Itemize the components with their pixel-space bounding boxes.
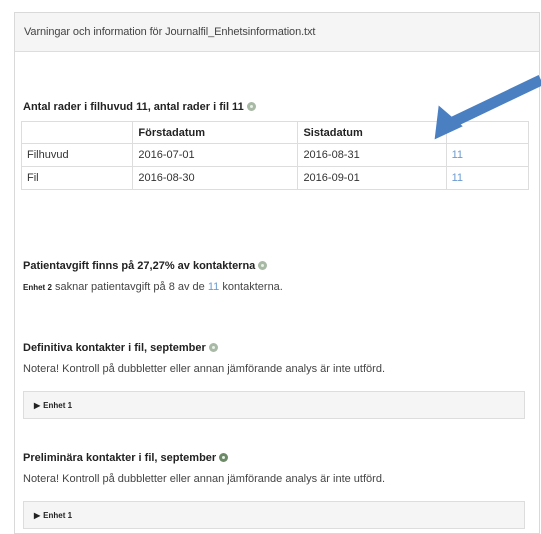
first-date: 2016-08-30: [132, 166, 299, 190]
preliminary-section-title-text: Preliminära kontakter i fil, september: [23, 452, 217, 464]
rows-section-title-text: Antal rader i filhuvud 11, antal rader i…: [23, 101, 244, 113]
last-date: 2016-08-31: [297, 143, 447, 167]
fee-section-title: Patientavgift finns på 27,27% av kontakt…: [23, 260, 268, 272]
warnings-panel: Varningar och information för Journalfil…: [14, 12, 540, 534]
row-label: Filhuvud: [20, 143, 134, 167]
rows-table: Förstadatum Sistadatum Filhuvud 2016-07-…: [20, 121, 530, 190]
last-date: 2016-09-01: [297, 166, 447, 190]
definitive-section-title-text: Definitiva kontakter i fil, september: [23, 342, 206, 354]
preliminary-section-title: Preliminära kontakter i fil, september: [23, 452, 229, 464]
column-header: [20, 121, 134, 144]
table-row: Fil 2016-08-30 2016-09-01 11: [20, 166, 530, 190]
collapsible-label: Enhet 1: [43, 401, 73, 410]
fee-section-title-text: Patientavgift finns på 27,27% av kontakt…: [23, 260, 256, 272]
panel-heading: Varningar och information för Journalfil…: [15, 13, 539, 52]
row-count: 11: [445, 143, 530, 167]
info-icon[interactable]: [258, 261, 268, 270]
fee-detail-line: Enhet 2 saknar patientavgift på 8 av de …: [23, 281, 283, 293]
definitive-collapsible-toggle[interactable]: ▶ Enhet 1: [23, 391, 525, 419]
preliminary-note: Notera! Kontroll på dubbletter eller ann…: [23, 473, 385, 485]
fee-total-count: 11: [207, 281, 220, 293]
definitive-note: Notera! Kontroll på dubbletter eller ann…: [23, 363, 385, 375]
info-icon[interactable]: [219, 453, 229, 462]
row-label: Fil: [20, 166, 134, 190]
column-header: [445, 121, 530, 144]
row-count: 11: [445, 166, 530, 190]
first-date: 2016-07-01: [132, 143, 299, 167]
info-icon[interactable]: [208, 343, 218, 352]
info-icon[interactable]: [246, 102, 256, 111]
table-row: Filhuvud 2016-07-01 2016-08-31 11: [20, 143, 530, 167]
preliminary-collapsible-toggle[interactable]: ▶ Enhet 1: [23, 501, 525, 529]
fee-text-after: kontakterna.: [219, 281, 283, 293]
caret-right-icon: ▶: [34, 401, 41, 410]
column-header: Förstadatum: [132, 121, 299, 144]
table-header-row: Förstadatum Sistadatum: [20, 121, 530, 144]
unit-label: Enhet 2: [23, 283, 52, 292]
fee-text-before: saknar patientavgift på 8 av de: [51, 281, 208, 293]
column-header: Sistadatum: [297, 121, 447, 144]
definitive-section-title: Definitiva kontakter i fil, september: [23, 342, 218, 354]
rows-section-title: Antal rader i filhuvud 11, antal rader i…: [23, 101, 256, 113]
